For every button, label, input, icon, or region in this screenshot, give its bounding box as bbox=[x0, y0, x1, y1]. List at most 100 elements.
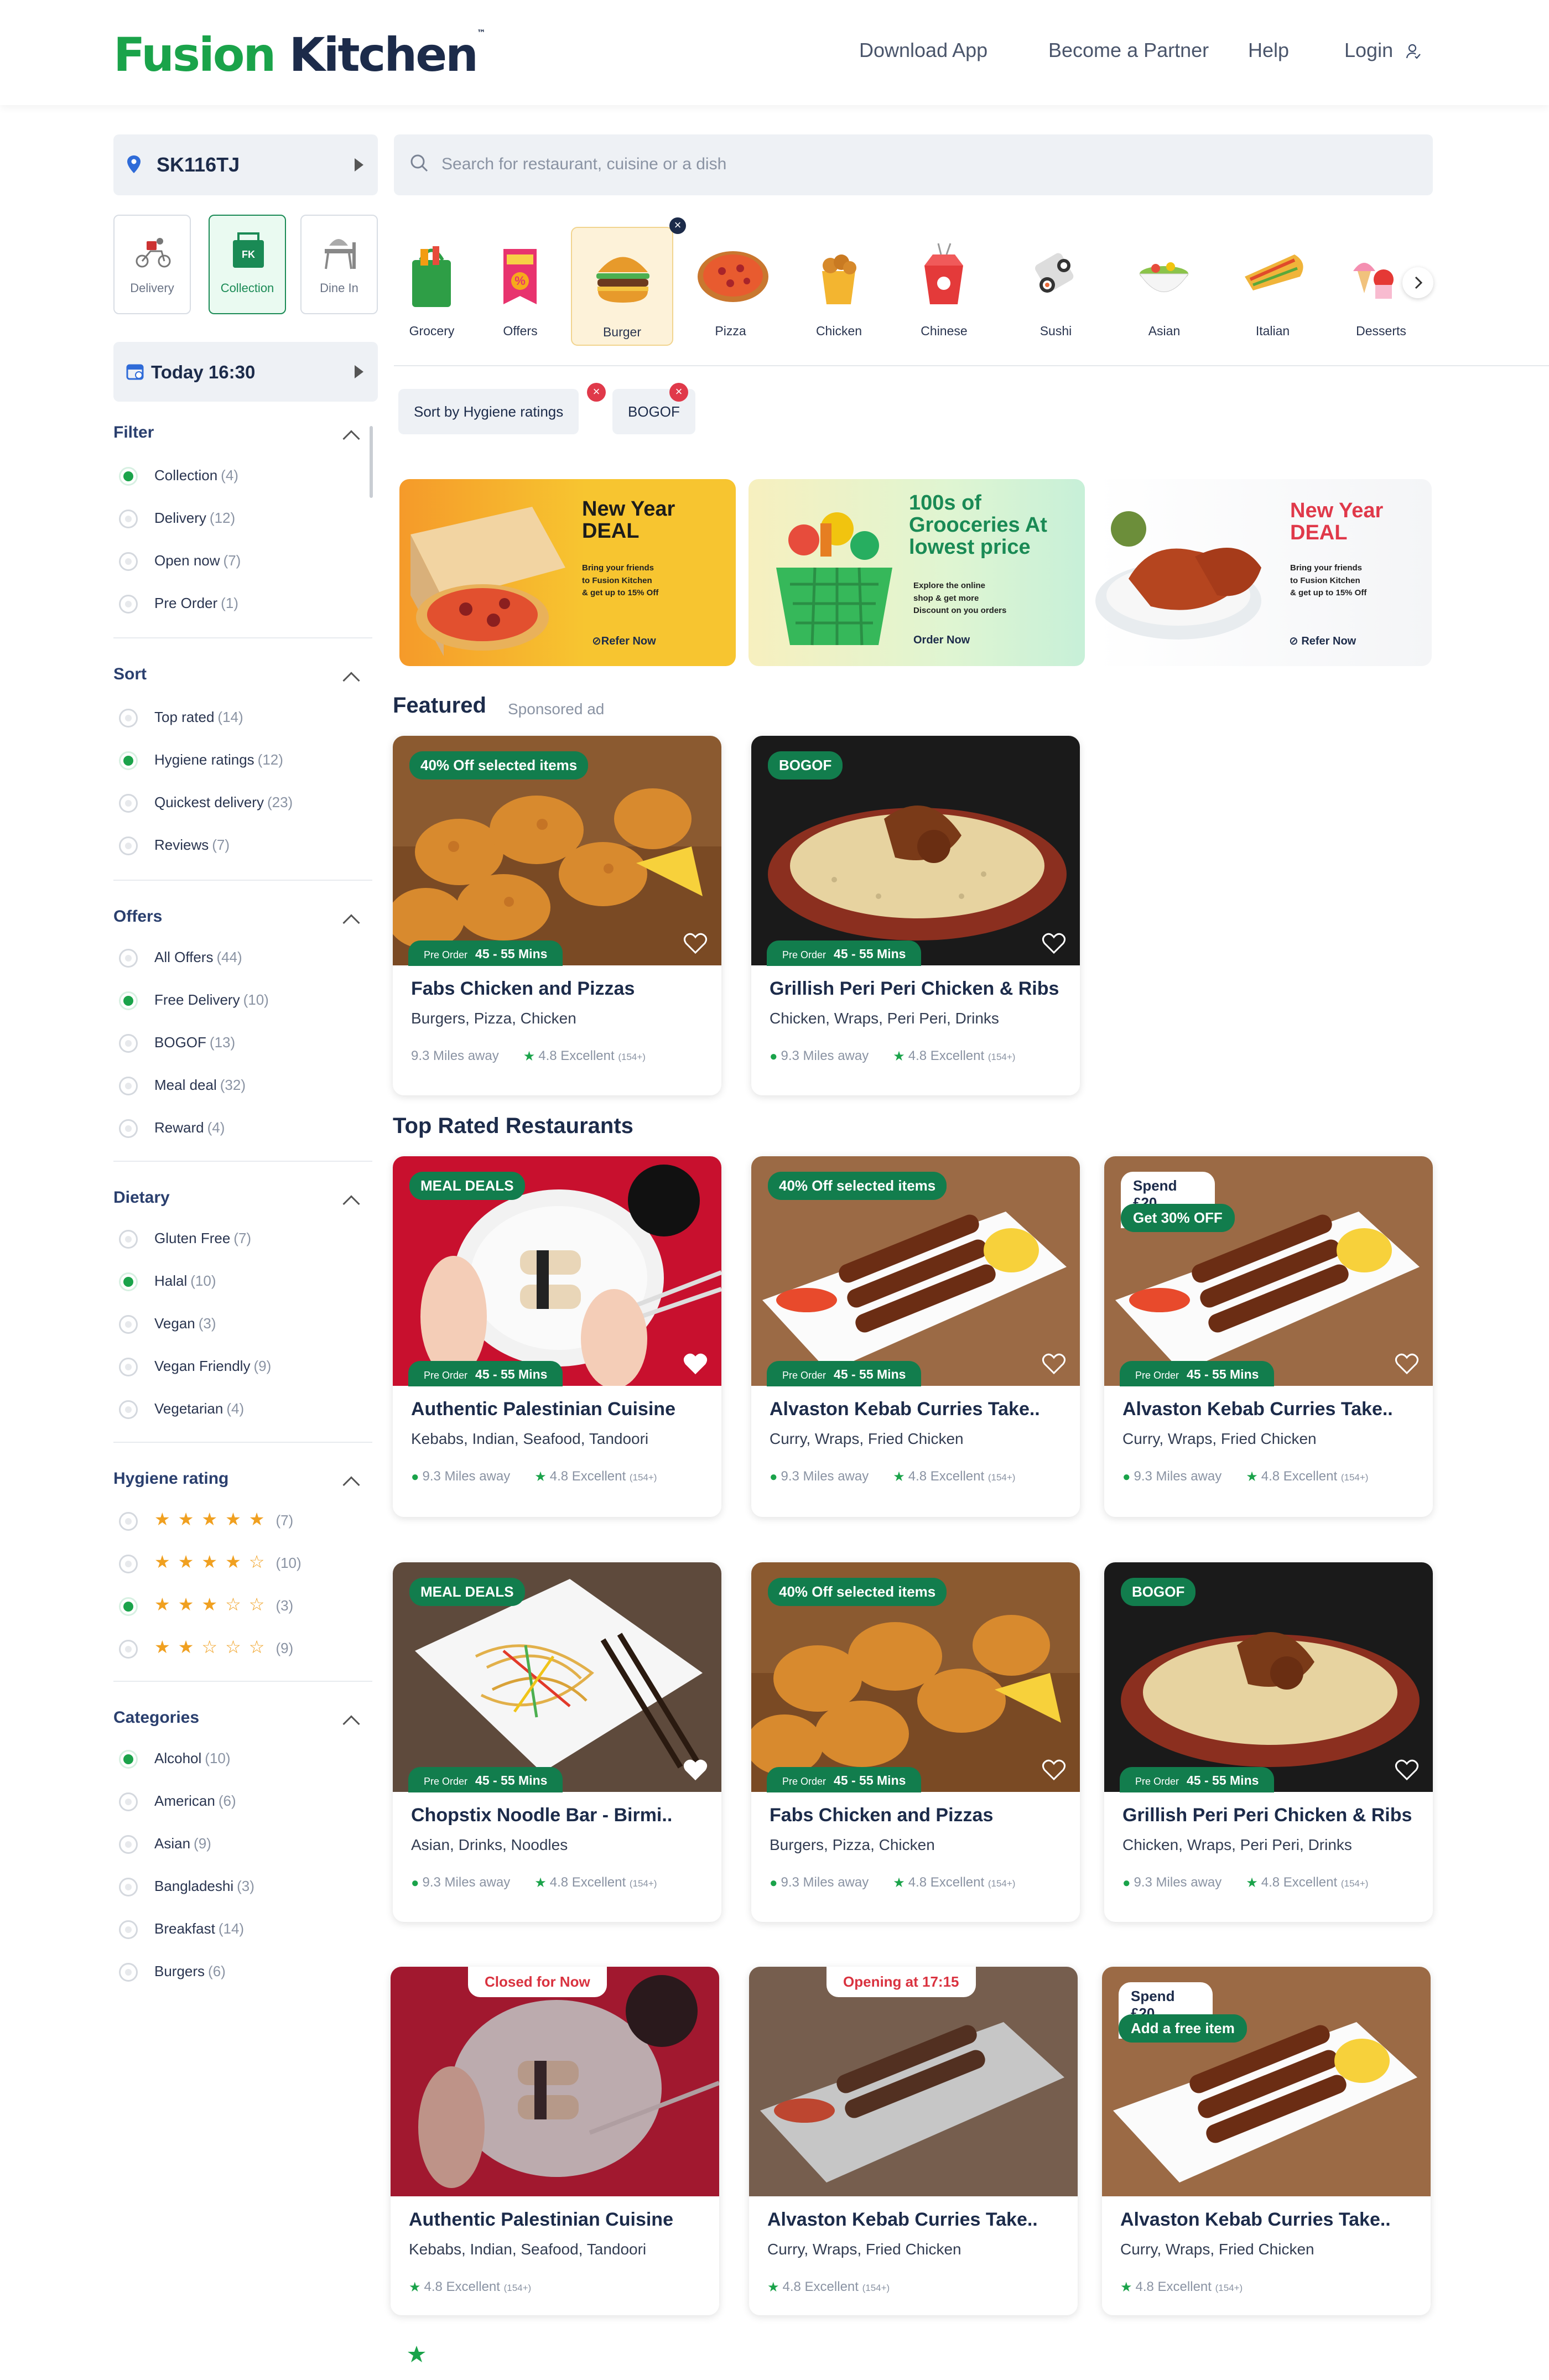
category-italian[interactable]: Italian bbox=[1221, 227, 1324, 346]
category-option-asian[interactable]: Asian (9) bbox=[119, 1832, 211, 1854]
sidebar-scrollbar[interactable] bbox=[370, 426, 373, 498]
nav-help[interactable]: Help bbox=[1248, 39, 1289, 62]
hygiene-option-2-stars[interactable]: ★★☆☆☆ (9) bbox=[119, 1636, 293, 1659]
favorite-heart-icon[interactable] bbox=[1041, 1757, 1067, 1783]
category-burger[interactable]: Burger bbox=[571, 227, 673, 346]
nav-login[interactable]: Login bbox=[1344, 39, 1422, 62]
hygiene-option-3-stars[interactable]: ★★★☆☆ (3) bbox=[119, 1593, 293, 1617]
nav-download-app[interactable]: Download App bbox=[859, 39, 987, 62]
restaurant-card[interactable]: Spend £20 Add a free item Alvaston Kebab… bbox=[1102, 1967, 1431, 2315]
fusion-kitchen-logo[interactable]: Fusion Kitchen™ bbox=[113, 28, 486, 82]
category-option-breakfast[interactable]: Breakfast (14) bbox=[119, 1917, 244, 1940]
restaurant-card[interactable]: MEAL DEALS Pre Order 45 - 55 Mins Authent… bbox=[393, 1156, 721, 1517]
search-bar[interactable]: Search for restaurant, cuisine or a dish bbox=[394, 134, 1433, 195]
category-offers[interactable]: % Offers bbox=[469, 227, 571, 346]
dietary-option-gluten-free[interactable]: Gluten Free (7) bbox=[119, 1227, 251, 1249]
category-option-alcohol[interactable]: Alcohol (10) bbox=[119, 1747, 231, 1769]
chevron-up-icon[interactable] bbox=[342, 1195, 360, 1213]
favorite-heart-icon[interactable] bbox=[683, 1351, 708, 1376]
restaurant-card[interactable]: Spend £20 Get 30% OFF Pre Order 45 - 55 M… bbox=[1104, 1156, 1433, 1517]
chevron-up-icon[interactable] bbox=[342, 1476, 360, 1494]
filter-option-delivery[interactable]: Delivery (12) bbox=[119, 507, 235, 529]
category-chinese[interactable]: Chinese bbox=[893, 227, 995, 346]
restaurant-name[interactable]: Authentic Palestinian Cuisine bbox=[409, 2209, 673, 2231]
chevron-up-icon[interactable] bbox=[342, 672, 360, 689]
option-count: (4) bbox=[207, 1119, 225, 1136]
offers-option-meal-deal[interactable]: Meal deal (32) bbox=[119, 1074, 246, 1096]
offers-option-all[interactable]: All Offers (44) bbox=[119, 946, 242, 968]
restaurant-card[interactable]: 40% Off selected items Pre Order 45 - 55 … bbox=[393, 736, 721, 1095]
offers-option-free-delivery[interactable]: Free Delivery (10) bbox=[119, 989, 269, 1011]
restaurant-name[interactable]: Fabs Chicken and Pizzas bbox=[770, 1805, 993, 1826]
restaurant-card-opening-later[interactable]: Opening at 17:15 Alvaston Kebab Curries … bbox=[749, 1967, 1078, 2315]
dietary-option-vegan[interactable]: Vegan (3) bbox=[119, 1312, 216, 1334]
banner-new-year-deal-2[interactable]: New Year DEAL Bring your friends to Fusion… bbox=[1095, 479, 1432, 666]
chevron-up-icon[interactable] bbox=[342, 430, 360, 448]
hygiene-option-4-stars[interactable]: ★★★★☆ (10) bbox=[119, 1551, 302, 1574]
dietary-option-vegan-friendly[interactable]: Vegan Friendly (9) bbox=[119, 1355, 271, 1377]
favorite-heart-icon[interactable] bbox=[1394, 1757, 1420, 1783]
radio-selected bbox=[119, 751, 138, 771]
restaurant-card-closed[interactable]: Closed for Now Authentic Palestinian Cui… bbox=[391, 1967, 719, 2315]
nav-become-partner[interactable]: Become a Partner bbox=[1048, 39, 1209, 62]
category-pizza[interactable]: Pizza bbox=[679, 227, 782, 346]
restaurant-name[interactable]: Chopstix Noodle Bar - Birmi.. bbox=[411, 1805, 672, 1826]
favorite-heart-icon[interactable] bbox=[1041, 931, 1067, 956]
category-chicken[interactable]: Chicken bbox=[788, 227, 890, 346]
restaurant-card[interactable]: 40% Off selected items Pre Order 45 - 55 … bbox=[751, 1156, 1080, 1517]
restaurant-card[interactable]: 40% Off selected items Pre Order 45 - 55 … bbox=[751, 1562, 1080, 1922]
offers-option-reward[interactable]: Reward (4) bbox=[119, 1116, 225, 1139]
sort-option-hygiene[interactable]: Hygiene ratings (12) bbox=[119, 749, 283, 771]
option-count: (14) bbox=[218, 1920, 245, 1937]
restaurant-name[interactable]: Alvaston Kebab Curries Take.. bbox=[1122, 1399, 1393, 1420]
location-selector[interactable]: SK116TJ bbox=[113, 134, 378, 195]
restaurant-card[interactable]: BOGOF Pre Order 45 - 55 Mins Grillish Per… bbox=[1104, 1562, 1433, 1922]
favorite-heart-icon[interactable] bbox=[683, 1757, 708, 1783]
restaurant-name[interactable]: Alvaston Kebab Curries Take.. bbox=[767, 2209, 1038, 2231]
filter-option-open-now[interactable]: Open now (7) bbox=[119, 549, 241, 571]
restaurant-card[interactable]: BOGOF Pre Order 45 - 55 Mins Grillish Per… bbox=[751, 736, 1080, 1095]
dietary-option-vegetarian[interactable]: Vegetarian (4) bbox=[119, 1397, 244, 1420]
chevron-up-icon[interactable] bbox=[342, 1715, 360, 1733]
restaurant-name[interactable]: Grillish Peri Peri Chicken & Ribs bbox=[1122, 1805, 1412, 1826]
restaurant-card[interactable]: MEAL DEALS Pre Order 45 - 55 Mins Chopsti… bbox=[393, 1562, 721, 1922]
filter-option-pre-order[interactable]: Pre Order (1) bbox=[119, 592, 238, 614]
category-asian[interactable]: Asian bbox=[1113, 227, 1215, 346]
restaurant-name[interactable]: Grillish Peri Peri Chicken & Ribs bbox=[770, 978, 1059, 1000]
chevron-up-icon[interactable] bbox=[342, 914, 360, 932]
restaurant-name[interactable]: Authentic Palestinian Cuisine bbox=[411, 1399, 675, 1420]
filter-option-collection[interactable]: Collection (4) bbox=[119, 464, 238, 486]
active-chip-sort[interactable]: Sort by Hygiene ratings bbox=[398, 389, 579, 434]
hygiene-option-5-stars[interactable]: ★★★★★ (7) bbox=[119, 1508, 293, 1531]
option-count: (10) bbox=[190, 1272, 216, 1289]
favorite-heart-icon[interactable] bbox=[683, 931, 708, 956]
favorite-heart-icon[interactable] bbox=[1041, 1351, 1067, 1376]
restaurant-name[interactable]: Alvaston Kebab Curries Take.. bbox=[1120, 2209, 1391, 2231]
remove-chip-button[interactable]: × bbox=[669, 383, 688, 402]
banner-cta[interactable]: ⊘Refer Now bbox=[592, 634, 656, 648]
category-grocery[interactable]: Grocery bbox=[381, 227, 483, 346]
banner-groceries[interactable]: 100s of Grooceries At lowest price Explore… bbox=[748, 479, 1085, 666]
categories-next-button[interactable] bbox=[1402, 267, 1433, 298]
banner-cta[interactable]: ⊘ Refer Now bbox=[1289, 634, 1356, 648]
remove-chip-button[interactable]: × bbox=[587, 383, 606, 402]
banner-cta[interactable]: Order Now bbox=[913, 634, 970, 647]
dietary-option-halal[interactable]: Halal (10) bbox=[119, 1270, 216, 1292]
favorite-heart-icon[interactable] bbox=[1394, 1351, 1420, 1376]
mode-delivery[interactable]: Delivery bbox=[113, 215, 191, 314]
mode-collection[interactable]: FK Collection bbox=[209, 215, 286, 314]
sort-option-reviews[interactable]: Reviews (7) bbox=[119, 834, 230, 856]
radio-selected bbox=[119, 1597, 138, 1617]
banner-new-year-deal-1[interactable]: New Year DEAL Bring your friends to Fusion… bbox=[399, 479, 736, 666]
offers-option-bogof[interactable]: BOGOF (13) bbox=[119, 1031, 235, 1053]
category-sushi[interactable]: Sushi bbox=[1005, 227, 1107, 346]
time-selector[interactable]: Today 16:30 bbox=[113, 342, 378, 402]
category-option-burgers[interactable]: Burgers (6) bbox=[119, 1960, 226, 1982]
mode-dine-in[interactable]: Dine In bbox=[300, 215, 378, 314]
category-option-bangladeshi[interactable]: Bangladeshi (3) bbox=[119, 1875, 254, 1897]
restaurant-name[interactable]: Alvaston Kebab Curries Take.. bbox=[770, 1399, 1040, 1420]
sort-option-top-rated[interactable]: Top rated (14) bbox=[119, 706, 243, 728]
restaurant-name[interactable]: Fabs Chicken and Pizzas bbox=[411, 978, 635, 1000]
category-option-american[interactable]: American (6) bbox=[119, 1790, 236, 1812]
sort-option-quickest[interactable]: Quickest delivery (23) bbox=[119, 791, 293, 813]
